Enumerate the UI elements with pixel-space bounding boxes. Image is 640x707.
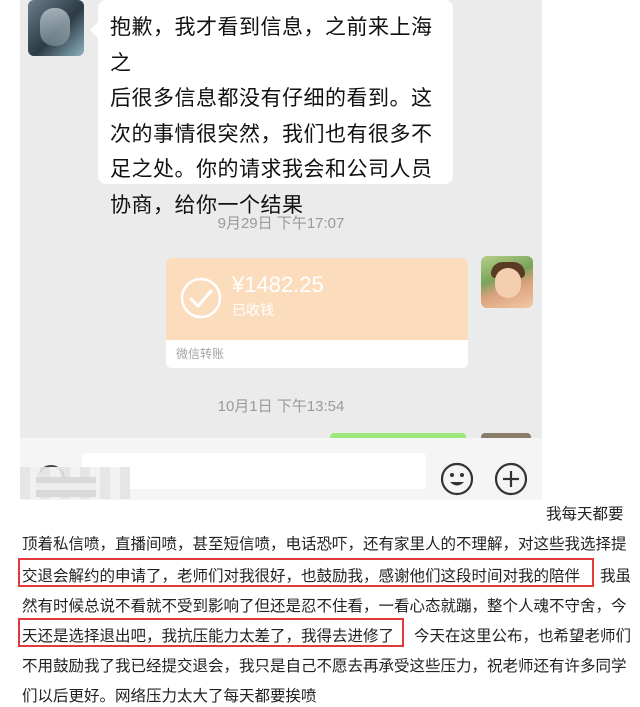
incoming-message-bubble[interactable]: 抱歉，我才看到信息，之前来上海之 后很多信息都没有仔细的看到。这 次的事情很突然… [90, 0, 453, 217]
article-line-4: 然有时候总说不看就不受到影响了但还是忍不住看，一看心态就蹦，整个人魂不守舍，今 [22, 597, 627, 615]
contact-avatar[interactable] [28, 0, 84, 56]
timestamp-1: 9月29日 下午17:07 [217, 215, 345, 232]
highlight-box-2 [18, 618, 404, 647]
article-line-5-tail: 今天在这里公布，也希望老师们 [414, 627, 632, 645]
incoming-message-text: 抱歉，我才看到信息，之前来上海之 后很多信息都没有仔细的看到。这 次的事情很突然… [110, 15, 433, 217]
article-line-3-tail: 我虽 [600, 567, 632, 585]
blurred-area-inner [36, 477, 96, 497]
chat-screenshot: 抱歉，我才看到信息，之前来上海之 后很多信息都没有仔细的看到。这 次的事情很突然… [20, 0, 542, 438]
article-line-7: 们以后更好。网络压力太大了每天都要挨喷 [22, 687, 317, 705]
check-circle-icon [180, 277, 222, 319]
article-line-1: 我每天都要 [546, 505, 624, 523]
transfer-card[interactable]: ¥1482.25 已收钱 微信转账 [166, 258, 468, 368]
highlight-box-1 [18, 558, 594, 587]
transfer-status: 已收钱 [232, 303, 274, 319]
message-input[interactable] [82, 453, 426, 489]
transfer-source: 微信转账 [166, 340, 468, 368]
smiley-icon[interactable] [440, 462, 474, 496]
my-avatar[interactable] [481, 256, 533, 308]
article-line-2: 顶着私信喷，直播间喷，甚至短信喷，电话恐吓，还有家里人的不理解，对这些我选择提 [22, 535, 627, 553]
transfer-amount: ¥1482.25 [232, 272, 324, 297]
timestamp-2: 10月1日 下午13:54 [217, 398, 345, 415]
plus-icon[interactable] [494, 462, 528, 496]
article-line-6: 不用鼓励我了我已经提交退会，我只是自己不愿去再承受这些压力，祝老师还有许多同学 [22, 657, 627, 675]
